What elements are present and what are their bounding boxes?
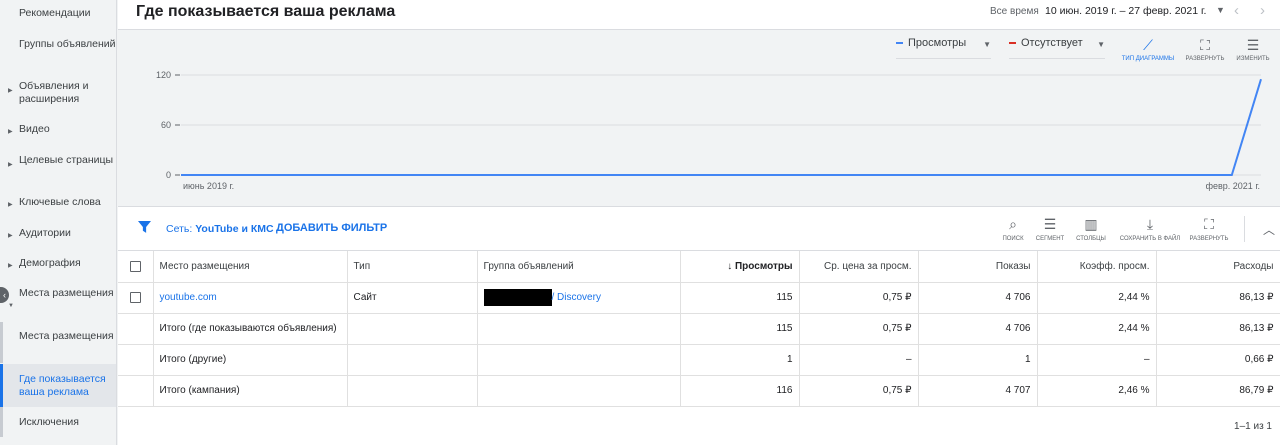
row-checkbox[interactable] [129,291,141,303]
page-header: Где показывается ваша реклама Все время … [118,0,1280,30]
expand-arrow-icon: ▼ [8,303,14,309]
column-header-ad-group[interactable]: Группа объявлений [477,251,681,283]
sidebar-item-demographics[interactable]: ▶ Демография [0,257,116,270]
sidebar-item-landing-pages[interactable]: ▶ Целевые страницы [0,154,116,168]
main-content: Где показывается ваша реклама Все время … [118,0,1280,445]
expand-arrow-icon: ▶ [8,233,13,239]
y-tick-label: 60 [161,120,171,130]
chart-series [181,78,1262,176]
expand-arrow-icon: ▶ [8,129,13,135]
cell-views: 115 [680,282,800,314]
total-label: Итого (кампания) [153,375,348,407]
x-tick-label: февр. 2021 г. [1206,181,1260,191]
chart-grid [181,74,1261,176]
expand-arrow-icon: ▶ [8,88,13,94]
toolbar-divider [1244,216,1245,242]
sidebar-item-videos[interactable]: ▶ Видео [0,123,116,136]
sidebar: Рекомендации Группы объявлений ▶ Объявлен… [0,0,117,445]
column-header-cost[interactable]: Расходы [1156,251,1280,283]
y-tick-label: 0 [166,170,171,180]
sidebar-item-ad-groups[interactable]: Группы объявлений [0,38,116,51]
column-header-placement[interactable]: Место размещения [153,251,348,283]
expand-arrow-icon: ▶ [8,162,13,168]
chevron-up-icon[interactable]: ︿ [1263,221,1275,238]
table-expand-button[interactable]: ⛶ РАЗВЕРНУТЬ [1188,215,1230,242]
series-line-views [181,78,1262,176]
sidebar-item-recommendations[interactable]: Рекомендации [0,7,116,20]
sidebar-item-placements[interactable]: ‹ ▼ Места размещения [0,287,116,309]
download-icon: ⤓ [1146,216,1154,232]
search-button[interactable]: ⌕ ПОИСК [998,215,1028,242]
cell-view-rate: 2,44 % [1037,282,1157,314]
table-row: youtube.com Сайт / Discovery 115 0,75 ₽ … [118,282,1280,314]
sidebar-subitem-placements[interactable]: Места размещения [0,322,116,363]
page-title: Где показывается ваша реклама [136,3,396,20]
expand-arrow-icon: ▶ [8,263,13,269]
column-header-avg-cpv[interactable]: Ср. цена за просм. [799,251,919,283]
total-row-other: Итого (другие) 1 – 1 – 0,66 ₽ [118,344,1280,376]
select-all-checkbox-cell [118,251,154,283]
views-line-chart: 0 60 120 июнь 2019 г. февр. 2021 г. [156,70,1262,191]
sidebar-item-audiences[interactable]: ▶ Аудитории [0,227,116,240]
chevron-right-icon[interactable]: › [1260,2,1265,19]
placements-table: Место размещения Тип Группа объявлений ↓… [118,251,1280,407]
expand-arrow-icon: ▶ [8,202,13,208]
y-axis-ticks: 0 60 120 [156,70,180,180]
y-tick-label: 120 [156,70,171,80]
chevron-left-icon[interactable]: ‹ [1234,2,1239,19]
columns-icon: ▥ [1084,216,1098,232]
table-header-row: Место размещения Тип Группа объявлений ↓… [118,251,1280,283]
dropdown-arrow-icon[interactable]: ▼ [1216,5,1225,15]
cell-avg-cpv: 0,75 ₽ [799,282,919,314]
column-header-views[interactable]: ↓ Просмотры [680,251,800,283]
add-filter-button[interactable]: ДОБАВИТЬ ФИЛЬТР [276,222,387,234]
sort-arrow-icon: ↓ [727,260,733,272]
download-button[interactable]: ⤓ СОХРАНИТЬ В ФАЙЛ [1118,215,1182,242]
redacted-block [483,289,552,306]
sidebar-item-keywords[interactable]: ▶ Ключевые слова [0,196,116,209]
table-panel: Сеть: YouTube и КМС ДОБАВИТЬ ФИЛЬТР ⌕ ПОИ… [118,207,1280,445]
fullscreen-icon: ⛶ [1204,216,1214,232]
cell-cost: 86,13 ₽ [1156,282,1280,314]
filter-chip-network[interactable]: Сеть: YouTube и КМС [166,223,274,235]
total-row-shown: Итого (где показываются объявления) 115 … [118,313,1280,345]
total-label: Итого (другие) [153,344,348,376]
row-checkbox-cell [118,282,154,314]
date-range-picker[interactable]: 10 июн. 2019 г. – 27 февр. 2021 г. [1045,5,1206,17]
select-all-checkbox[interactable] [129,260,141,272]
search-icon: ⌕ [1009,216,1017,232]
date-range-label: Все время [990,6,1039,17]
column-header-type[interactable]: Тип [347,251,478,283]
total-label: Итого (где показываются объявления) [153,313,348,345]
sidebar-subitem-exclusions[interactable]: Исключения [0,407,116,437]
x-tick-label: июнь 2019 г. [183,181,234,191]
cell-impressions: 4 706 [918,282,1038,314]
cell-ad-group: / Discovery [477,282,681,314]
column-header-view-rate[interactable]: Коэфф. просм. [1037,251,1157,283]
x-axis-ticks: июнь 2019 г. февр. 2021 г. [183,181,1260,191]
chart-panel: Просмотры ▼ Отсутствует ▼ ⟋ ТИП ДИАГРАММЫ… [118,31,1280,207]
segment-button[interactable]: ☰ СЕГМЕНТ [1031,215,1069,242]
total-row-campaign: Итого (кампания) 116 0,75 ₽ 4 707 2,46 %… [118,375,1280,407]
sidebar-item-ads[interactable]: ▶ Объявления и расширения [0,80,116,106]
column-header-impressions[interactable]: Показы [918,251,1038,283]
ad-group-link[interactable]: / Discovery [552,292,601,303]
columns-button[interactable]: ▥ СТОЛБЦЫ [1073,215,1109,242]
filter-bar: Сеть: YouTube и КМС ДОБАВИТЬ ФИЛЬТР ⌕ ПОИ… [118,207,1280,251]
cell-type: Сайт [347,282,478,314]
filter-icon[interactable] [138,221,151,234]
pagination-label: 1–1 из 1 [1234,421,1272,432]
placement-link[interactable]: youtube.com [153,282,348,314]
sidebar-subitem-where-ads-showed[interactable]: Где показывается ваша реклама [0,364,116,407]
segment-icon: ☰ [1043,216,1057,232]
